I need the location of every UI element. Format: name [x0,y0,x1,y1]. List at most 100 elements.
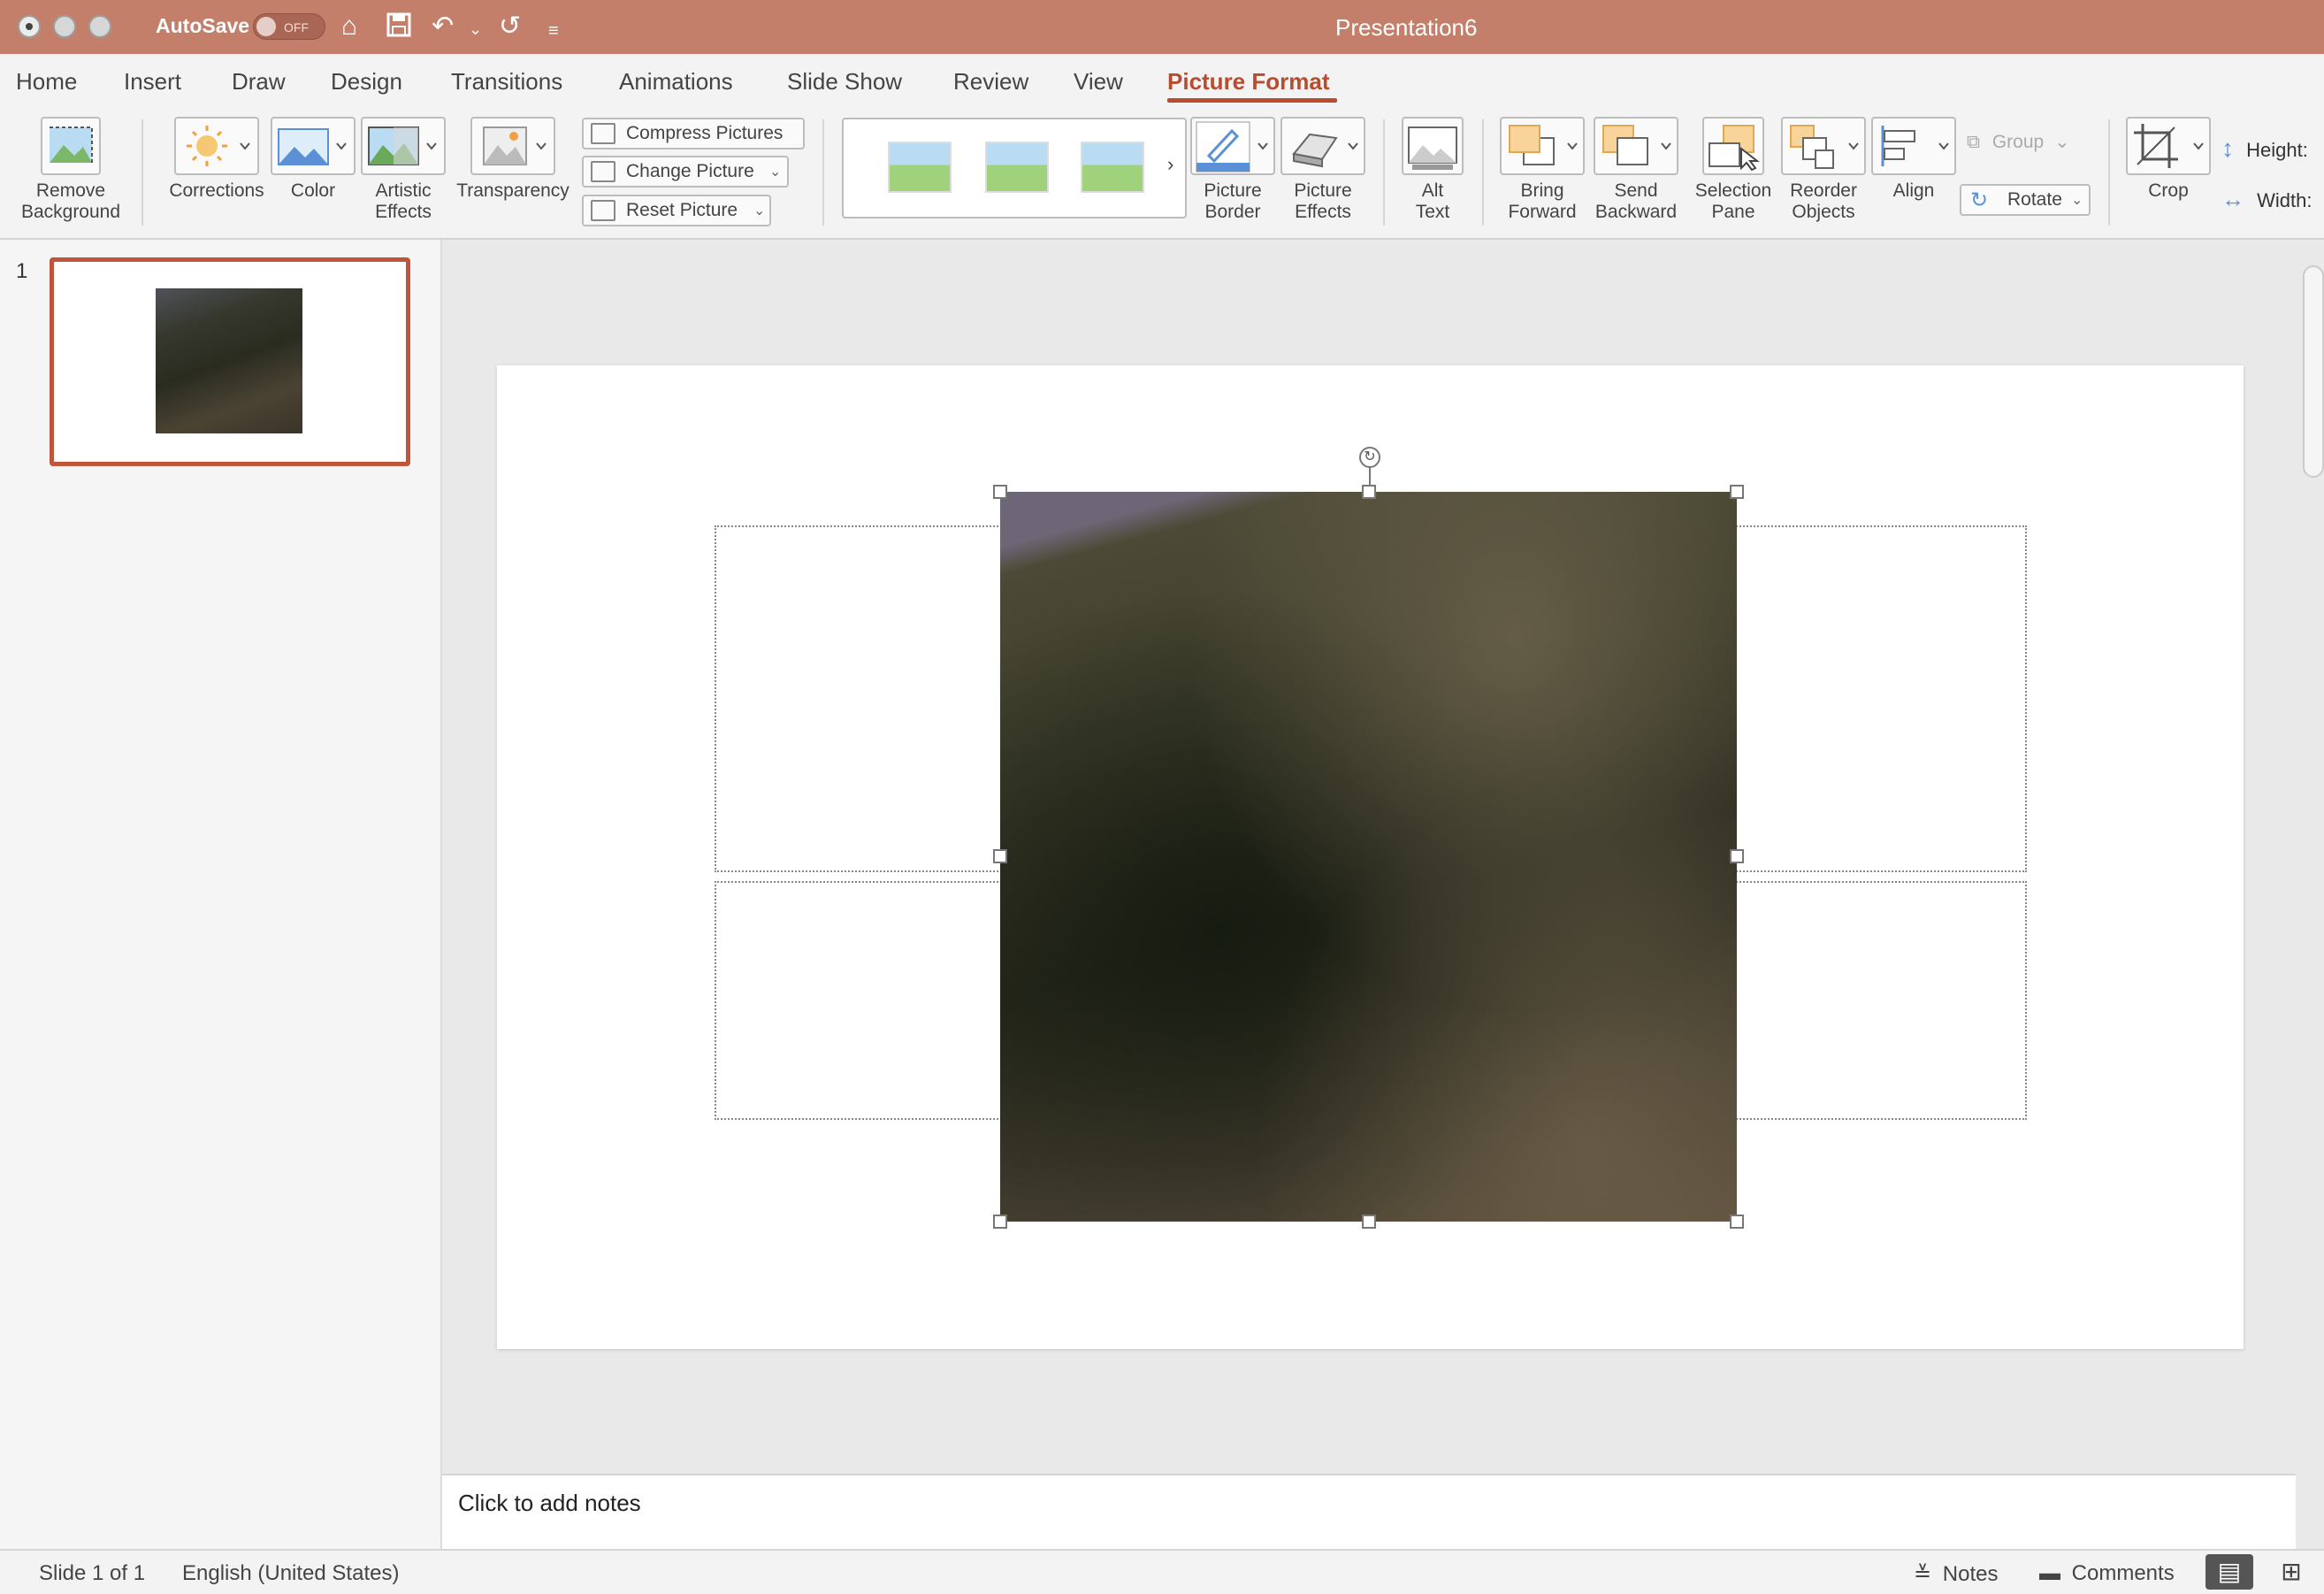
slide-indicator: Slide 1 of 1 [39,1561,146,1585]
picture-border-label-1: Picture [1204,180,1262,201]
comments-label: Comments [2071,1561,2175,1585]
title-bar: AutoSave OFF ⌂ ↶ ⌄ ↺ ≡ Presentation6 [0,0,2324,54]
minimize-window-button[interactable] [53,15,76,38]
zoom-window-button[interactable] [88,15,111,38]
send-backward-label-2: Backward [1594,202,1678,222]
tab-home[interactable]: Home [16,68,77,96]
reset-picture-button[interactable]: Reset Picture ⌄ [582,195,771,226]
align-icon [1871,117,1956,175]
chevron-down-icon: ⌄ [753,203,766,218]
ribbon-tabs: Home Insert Draw Design Transitions Anim… [0,54,2324,107]
height-field[interactable]: ↕ Height: [2221,134,2308,163]
width-field[interactable]: ↔ Width: [2221,186,2312,213]
bring-forward-label-1: Bring [1520,180,1564,201]
picture-style-1[interactable] [888,142,952,193]
mountain-picture[interactable] [1000,492,1737,1222]
tab-view[interactable]: View [1074,68,1123,96]
resize-handle-top-right[interactable] [1730,485,1744,499]
group-button[interactable]: ⧉ Group ⌄ [1967,131,2070,153]
vertical-scrollbar[interactable] [2303,265,2324,478]
resize-handle-top[interactable] [1362,485,1376,499]
undo-icon[interactable]: ↶ [432,11,454,42]
rotate-button[interactable]: ↻ Rotate ⌄ [1960,184,2091,216]
artistic-effects-label-2: Effects [375,202,432,222]
home-icon[interactable]: ⌂ [341,11,357,42]
picture-style-2[interactable] [985,142,1049,193]
picture-style-3[interactable] [1081,142,1144,193]
rotate-label: Rotate [2007,189,2062,210]
height-label: Height: [2246,139,2308,161]
resize-handle-right[interactable] [1730,849,1744,863]
tab-picture-format[interactable]: Picture Format [1167,68,1330,96]
picture-effects-label-1: Picture [1294,180,1352,201]
autosave-toggle[interactable]: OFF [253,13,325,40]
send-backward-button[interactable]: Send Backward [1588,117,1684,223]
rotation-handle[interactable]: ↻ [1359,447,1380,468]
change-picture-button[interactable]: Change Picture ⌄ [582,156,789,188]
redo-icon[interactable]: ↺ [499,11,521,42]
notes-toggle-label: Notes [1942,1562,1999,1586]
width-icon: ↔ [2221,186,2244,212]
artistic-effects-label-1: Artistic [375,180,432,201]
crop-button[interactable]: Crop [2122,117,2214,202]
tab-transitions[interactable]: Transitions [451,68,562,96]
color-label: Color [290,180,336,201]
tab-slide-show[interactable]: Slide Show [787,68,902,96]
customize-toolbar-icon[interactable]: ≡ [548,16,559,46]
transparency-button[interactable]: Transparency [453,117,573,202]
document-title: Presentation6 [1335,14,1478,41]
gallery-more-icon[interactable]: › [1167,153,1173,176]
ribbon-separator [141,119,143,226]
slide-thumbnail[interactable] [50,257,410,466]
picture-styles-gallery[interactable]: › [842,118,1187,218]
resize-handle-top-left[interactable] [993,485,1007,499]
compress-pictures-label: Compress Pictures [626,123,784,143]
reorder-objects-button[interactable]: Reorder Objects [1781,117,1866,223]
artistic-effects-button[interactable]: Artistic Effects [361,117,446,223]
picture-border-button[interactable]: Picture Border [1189,117,1277,223]
tab-draw[interactable]: Draw [232,68,286,96]
notes-toggle-button[interactable]: ≚ Notes [1914,1561,1998,1587]
alt-text-button[interactable]: Alt Text [1397,117,1468,223]
save-icon[interactable] [386,11,412,45]
reorder-objects-icon [1781,117,1866,175]
reorder-objects-label-1: Reorder [1790,180,1857,201]
tab-insert[interactable]: Insert [124,68,181,96]
alt-text-icon [1402,117,1464,175]
corrections-button[interactable]: Corrections [159,117,274,202]
align-label: Align [1892,180,1935,201]
reset-picture-icon [591,200,615,221]
picture-effects-button[interactable]: Picture Effects [1279,117,1367,223]
close-window-button[interactable] [18,15,41,38]
compress-pictures-button[interactable]: Compress Pictures [582,118,805,149]
chevron-down-icon: ⌄ [2071,193,2083,208]
resize-handle-bottom[interactable] [1362,1215,1376,1229]
slide-thumbnail-picture [156,288,302,433]
slide-sorter-view-button[interactable]: ⊞ [2267,1554,2315,1590]
tab-review[interactable]: Review [953,68,1028,96]
language-indicator[interactable]: English (United States) [182,1561,399,1586]
width-label: Width: [2257,189,2313,211]
tab-animations[interactable]: Animations [619,68,733,96]
notes-placeholder[interactable]: Click to add notes [458,1490,641,1517]
align-button[interactable]: Align [1871,117,1956,202]
ribbon-separator [2108,119,2110,226]
remove-background-button[interactable]: Remove Background [11,117,131,223]
normal-view-button[interactable]: ▤ [2206,1554,2253,1590]
comments-button[interactable]: ▬ Comments [2039,1561,2175,1586]
resize-handle-bottom-left[interactable] [993,1215,1007,1229]
selection-pane-button[interactable]: Selection Pane [1687,117,1779,223]
notes-pane[interactable]: Click to add notes [442,1474,2296,1549]
group-icon: ⧉ [1967,132,1980,152]
resize-handle-left[interactable] [993,849,1007,863]
remove-background-label-2: Background [20,202,121,222]
picture-effects-icon [1280,117,1365,175]
color-button[interactable]: Color [271,117,355,202]
bring-forward-button[interactable]: Bring Forward [1498,117,1586,223]
tab-design[interactable]: Design [331,68,402,96]
resize-handle-bottom-right[interactable] [1730,1215,1744,1229]
remove-background-icon [41,117,101,175]
corrections-label: Corrections [169,180,264,201]
rotate-icon: ↻ [1970,188,1989,212]
undo-dropdown-icon[interactable]: ⌄ [469,14,482,44]
